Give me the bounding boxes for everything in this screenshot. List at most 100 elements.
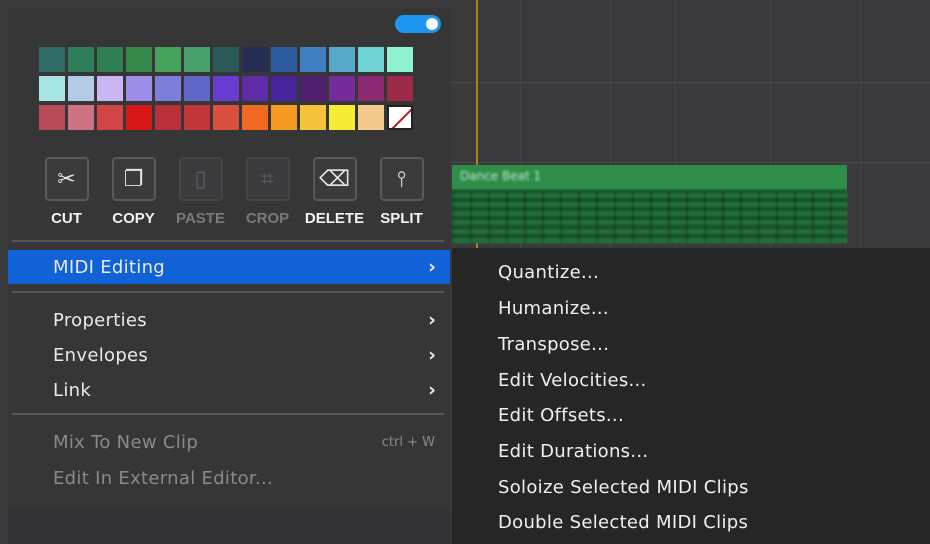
color-swatch[interactable] <box>97 76 123 101</box>
chevron-right-icon: › <box>428 379 436 401</box>
menu-item-label: Properties <box>53 310 147 331</box>
palette-row <box>39 105 417 130</box>
delete-label: DELETE <box>304 210 365 227</box>
color-swatch[interactable] <box>68 76 94 101</box>
palette-row <box>39 76 417 101</box>
color-swatch[interactable] <box>271 76 297 101</box>
crop-button[interactable]: ⌗ CROP <box>234 157 301 227</box>
copy-button[interactable]: ❐ COPY <box>100 157 167 227</box>
color-swatch[interactable] <box>213 76 239 101</box>
midi-editing-submenu <box>452 248 930 544</box>
submenu-item-quantize[interactable]: Quantize... <box>498 262 599 283</box>
track-strip <box>8 508 450 544</box>
color-swatch[interactable] <box>39 76 65 101</box>
menu-divider <box>12 240 444 242</box>
color-swatch[interactable] <box>329 105 355 130</box>
color-swatch[interactable] <box>387 47 413 72</box>
menu-divider <box>12 291 444 293</box>
submenu-item-edit-velocities[interactable]: Edit Velocities... <box>498 370 647 391</box>
color-palette <box>39 47 417 134</box>
submenu-item-edit-offsets[interactable]: Edit Offsets... <box>498 405 624 426</box>
copy-icon: ❐ <box>111 157 156 201</box>
split-icon: ⫯ <box>379 157 424 201</box>
chevron-right-icon: › <box>428 309 436 331</box>
submenu-item-double-clips[interactable]: Double Selected MIDI Clips <box>498 512 748 533</box>
clip-name: Dance Beat 1 <box>460 169 542 183</box>
chevron-right-icon: › <box>428 256 436 278</box>
color-swatch[interactable] <box>97 105 123 130</box>
menu-item-edit-external[interactable]: Edit In External Editor... <box>8 461 450 495</box>
color-swatch[interactable] <box>68 47 94 72</box>
color-swatch[interactable] <box>300 105 326 130</box>
color-swatch[interactable] <box>358 105 384 130</box>
shortcut-label: ctrl + W <box>381 435 435 450</box>
menu-item-midi-editing[interactable]: MIDI Editing › <box>8 250 450 284</box>
crop-icon: ⌗ <box>245 157 290 201</box>
color-swatch[interactable] <box>126 47 152 72</box>
cut-label: CUT <box>51 210 82 227</box>
color-swatch[interactable] <box>271 47 297 72</box>
split-label: SPLIT <box>380 210 423 227</box>
color-swatch[interactable] <box>97 47 123 72</box>
crop-label: CROP <box>245 210 290 227</box>
menu-item-label: Edit In External Editor... <box>53 468 274 489</box>
color-swatch[interactable] <box>155 76 181 101</box>
paste-button[interactable]: ▯ PASTE <box>167 157 234 227</box>
no-color-icon[interactable] <box>387 105 413 130</box>
submenu-item-edit-durations[interactable]: Edit Durations... <box>498 441 648 462</box>
menu-item-envelopes[interactable]: Envelopes › <box>8 338 450 372</box>
color-swatch[interactable] <box>39 105 65 130</box>
submenu-item-transpose[interactable]: Transpose... <box>498 334 609 355</box>
color-swatch[interactable] <box>271 105 297 130</box>
midi-clip[interactable]: Dance Beat 1 <box>452 165 847 243</box>
menu-item-label: Mix To New Clip <box>53 432 199 453</box>
color-swatch[interactable] <box>300 47 326 72</box>
copy-label: COPY <box>112 210 155 227</box>
paste-label: PASTE <box>176 210 225 227</box>
cut-button[interactable]: ✂ CUT <box>33 157 100 227</box>
menu-item-mix-to-new-clip[interactable]: Mix To New Clip ctrl + W <box>8 425 450 459</box>
color-toggle[interactable] <box>395 15 441 33</box>
color-swatch[interactable] <box>242 105 268 130</box>
chevron-right-icon: › <box>428 344 436 366</box>
color-swatch[interactable] <box>68 105 94 130</box>
color-swatch[interactable] <box>155 105 181 130</box>
color-swatch[interactable] <box>300 76 326 101</box>
color-swatch[interactable] <box>184 105 210 130</box>
color-swatch[interactable] <box>242 76 268 101</box>
delete-button[interactable]: ⌫ DELETE <box>301 157 368 227</box>
color-swatch[interactable] <box>242 47 268 72</box>
color-swatch[interactable] <box>329 47 355 72</box>
menu-item-properties[interactable]: Properties › <box>8 303 450 337</box>
track-divider <box>450 82 930 83</box>
delete-icon: ⌫ <box>312 157 357 201</box>
color-swatch[interactable] <box>213 47 239 72</box>
color-swatch[interactable] <box>126 105 152 130</box>
clip-toolbar: ✂ CUT ❐ COPY ▯ PASTE ⌗ CROP ⌫ DELETE ⫯ S… <box>33 157 435 227</box>
submenu-item-humanize[interactable]: Humanize... <box>498 298 609 319</box>
paste-icon: ▯ <box>178 157 223 201</box>
color-swatch[interactable] <box>358 76 384 101</box>
color-swatch[interactable] <box>358 47 384 72</box>
menu-item-label: Link <box>53 380 92 401</box>
submenu-item-soloize-clips[interactable]: Soloize Selected MIDI Clips <box>498 477 749 498</box>
split-button[interactable]: ⫯ SPLIT <box>368 157 435 227</box>
color-swatch[interactable] <box>126 76 152 101</box>
track-divider <box>450 162 930 163</box>
color-swatch[interactable] <box>213 105 239 130</box>
clip-notes <box>452 191 847 243</box>
menu-divider <box>12 413 444 415</box>
menu-item-label: Envelopes <box>53 345 149 366</box>
color-swatch[interactable] <box>184 47 210 72</box>
palette-row <box>39 47 417 72</box>
clip-header: Dance Beat 1 <box>452 165 847 189</box>
color-swatch[interactable] <box>329 76 355 101</box>
menu-item-link[interactable]: Link › <box>8 373 450 407</box>
menu-item-label: MIDI Editing <box>53 257 166 278</box>
toggle-knob <box>426 18 438 30</box>
scissors-icon: ✂ <box>44 157 89 201</box>
color-swatch[interactable] <box>155 47 181 72</box>
color-swatch[interactable] <box>39 47 65 72</box>
color-swatch[interactable] <box>184 76 210 101</box>
color-swatch[interactable] <box>387 76 413 101</box>
